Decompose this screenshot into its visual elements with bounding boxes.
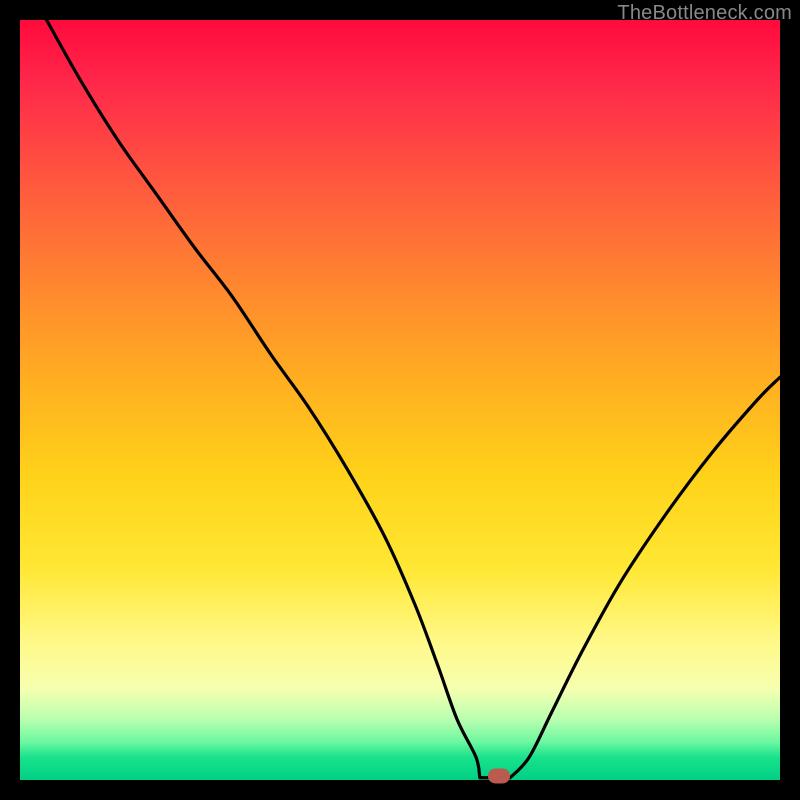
minimum-marker [488,769,510,784]
chart-frame: TheBottleneck.com [0,0,800,800]
plot-area [20,20,780,780]
curve-layer [20,20,780,780]
bottleneck-curve [47,20,780,778]
watermark-text: TheBottleneck.com [617,2,792,25]
